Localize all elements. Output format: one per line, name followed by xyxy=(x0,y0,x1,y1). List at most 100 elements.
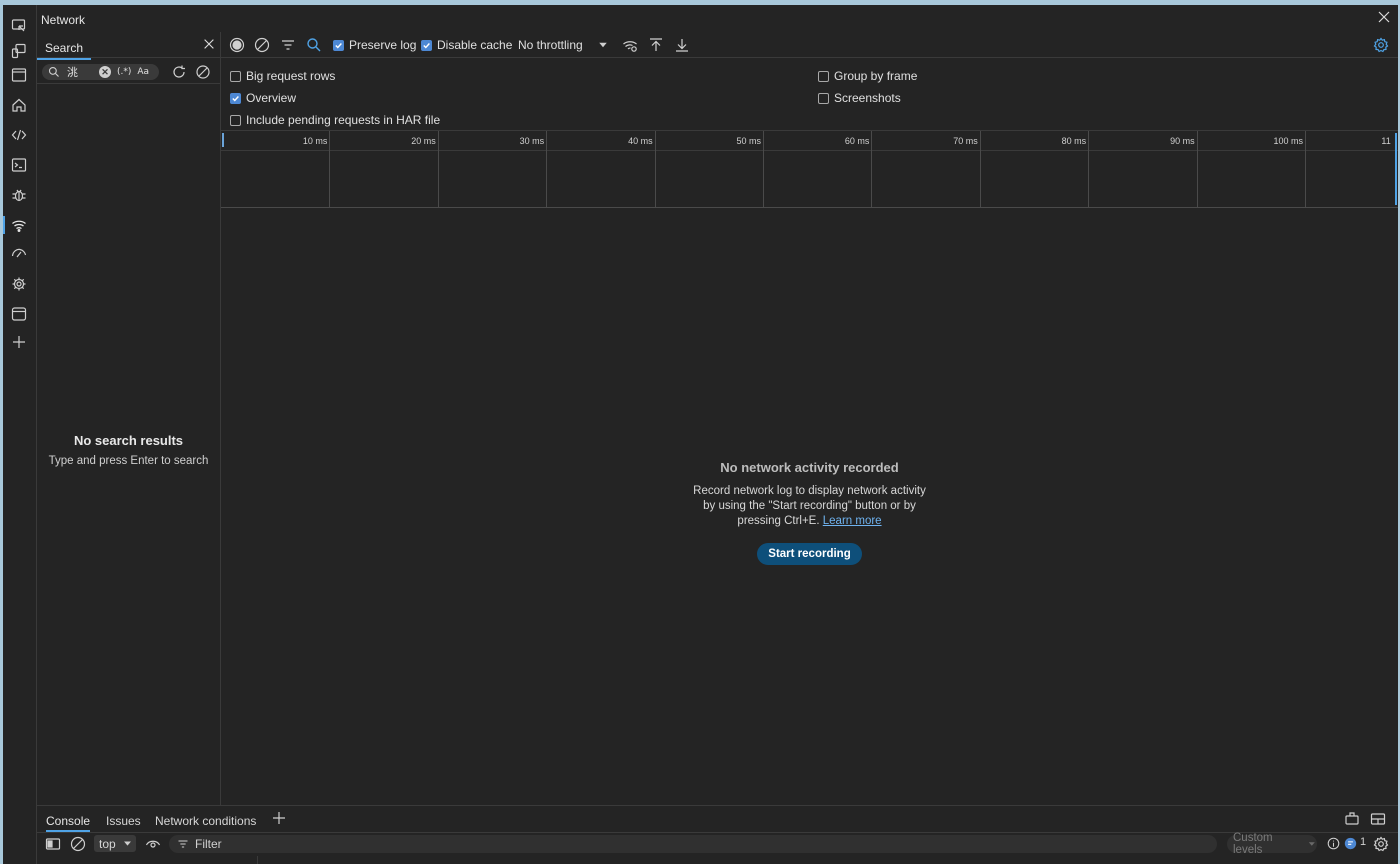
network-wifi-icon[interactable] xyxy=(10,216,28,234)
tab-network-conditions[interactable]: Network conditions xyxy=(155,814,256,828)
timeline-tick-label: 40 ms xyxy=(628,136,653,146)
download-icon xyxy=(676,39,688,52)
clear-console-icon[interactable] xyxy=(70,836,86,852)
log-levels-select[interactable]: Custom levels xyxy=(1227,832,1317,856)
search-empty-state: No search results Type and press Enter t… xyxy=(37,433,220,467)
network-conditions-button[interactable] xyxy=(622,36,638,54)
throttling-select[interactable]: No throttling xyxy=(518,36,609,54)
preserve-log-label: Preserve log xyxy=(349,38,417,52)
tab-console[interactable]: Console xyxy=(46,814,91,832)
search-panel: Search 洮 ✕ (.*) Aa No search results Typ… xyxy=(37,32,221,805)
close-search-icon[interactable] xyxy=(202,37,216,51)
throttling-value: No throttling xyxy=(518,38,583,52)
activity-bar xyxy=(3,5,37,864)
message-count: 1 xyxy=(1360,836,1367,848)
live-expression-icon[interactable] xyxy=(145,836,161,852)
timeline-tick-label: 30 ms xyxy=(519,136,545,146)
network-toolbar: Preserve log Disable cache No throttling xyxy=(221,32,1398,58)
inspect-icon[interactable] xyxy=(10,17,28,35)
panel-toggle-icon[interactable] xyxy=(10,66,28,84)
empty-line-1: Record network log to display network ac… xyxy=(693,485,926,497)
export-har-button[interactable] xyxy=(674,36,690,54)
block-icon xyxy=(254,37,270,53)
search-row: 洮 ✕ (.*) Aa xyxy=(37,61,220,84)
clear-query-icon[interactable]: ✕ xyxy=(99,66,111,78)
refresh-icon[interactable] xyxy=(171,64,187,80)
expand-drawer-icon[interactable] xyxy=(1370,811,1386,827)
dropdown-arrow-icon xyxy=(1309,842,1316,846)
timeline-column: 11 xyxy=(1305,131,1398,207)
disable-cache-label: Disable cache xyxy=(437,38,513,52)
upload-icon xyxy=(650,38,662,51)
screenshots-label: Screenshots xyxy=(834,91,901,105)
wifi-settings-icon xyxy=(623,41,637,52)
empty-line-3: pressing Ctrl+E. xyxy=(737,515,820,527)
close-icon[interactable] xyxy=(1376,9,1394,27)
big-request-rows-label: Big request rows xyxy=(246,69,336,83)
checkbox-unchecked-icon xyxy=(818,92,829,104)
checkbox-checked-icon xyxy=(421,39,432,51)
clear-search-icon[interactable] xyxy=(195,64,211,80)
checkbox-unchecked-icon xyxy=(230,70,241,82)
regex-toggle[interactable]: (.*) xyxy=(117,67,131,77)
network-empty-state: No network activity recorded Record netw… xyxy=(221,460,1398,565)
dropdown-arrow-icon xyxy=(123,841,131,846)
timeline-column: 90 ms xyxy=(1088,131,1198,207)
memory-icon[interactable] xyxy=(10,275,28,293)
info-icon[interactable] xyxy=(1327,837,1340,850)
timeline-tick-label: 100 ms xyxy=(1273,136,1303,146)
network-settings-button[interactable] xyxy=(1373,36,1389,54)
console-drawer: Console Issues Network conditions top Fi… xyxy=(37,805,1398,864)
tab-search[interactable]: Search xyxy=(37,36,92,60)
elements-icon[interactable] xyxy=(10,126,28,144)
include-pending-checkbox[interactable]: Include pending requests in HAR file xyxy=(230,113,440,127)
timeline-tick-label: 11 xyxy=(1381,136,1391,146)
log-levels-label: Custom levels xyxy=(1233,832,1273,856)
timeline-column: 80 ms xyxy=(980,131,1090,207)
device-emulation-icon[interactable] xyxy=(10,42,28,60)
overview-timeline[interactable]: 10 ms 20 ms 30 ms 40 ms 50 ms 60 ms 70 ms 80 ms… xyxy=(221,130,1398,208)
start-recording-button[interactable]: Start recording xyxy=(757,543,862,565)
filter-icon xyxy=(282,40,294,50)
checkbox-unchecked-icon xyxy=(230,114,241,126)
timeline-column: 100 ms xyxy=(1197,131,1306,207)
big-request-rows-checkbox[interactable]: Big request rows xyxy=(230,69,335,83)
search-button[interactable] xyxy=(306,36,322,54)
console-filter-input[interactable]: Filter xyxy=(169,835,1217,853)
application-icon[interactable] xyxy=(10,305,28,323)
learn-more-link[interactable]: Learn more xyxy=(823,515,882,527)
home-icon[interactable] xyxy=(10,96,28,114)
network-panel: Preserve log Disable cache No throttling xyxy=(221,32,1398,805)
checkbox-checked-icon xyxy=(333,39,344,51)
clear-log-button[interactable] xyxy=(254,36,270,54)
match-case-toggle[interactable]: Aa xyxy=(137,67,149,77)
console-settings-icon[interactable] xyxy=(1373,836,1389,852)
preserve-log-checkbox[interactable]: Preserve log xyxy=(333,36,416,54)
group-by-frame-checkbox[interactable]: Group by frame xyxy=(818,69,917,83)
message-icon[interactable] xyxy=(1344,837,1357,850)
tab-issues[interactable]: Issues xyxy=(106,814,141,828)
empty-description: Record network log to display network ac… xyxy=(690,484,930,529)
import-har-button[interactable] xyxy=(648,36,664,54)
screenshots-checkbox[interactable]: Screenshots xyxy=(818,91,901,105)
console-icon[interactable] xyxy=(10,156,28,174)
window-title: Network xyxy=(41,13,86,27)
disable-cache-checkbox[interactable]: Disable cache xyxy=(421,36,512,54)
overview-checkbox[interactable]: Overview xyxy=(230,91,296,105)
context-select[interactable]: top xyxy=(94,835,136,852)
timeline-column: 20 ms xyxy=(329,131,439,207)
timeline-column: 60 ms xyxy=(763,131,873,207)
search-input[interactable]: 洮 ✕ (.*) Aa xyxy=(42,64,159,80)
record-button[interactable] xyxy=(229,36,245,54)
filter-button[interactable] xyxy=(280,36,296,54)
timeline-tick-label: 80 ms xyxy=(1061,136,1087,146)
add-tab-icon[interactable] xyxy=(271,810,287,826)
no-results-title: No search results xyxy=(73,433,184,448)
add-tool-icon[interactable] xyxy=(10,333,28,351)
sidebar-toggle-icon[interactable] xyxy=(45,836,61,852)
gear-icon xyxy=(1373,37,1389,53)
search-query[interactable]: 洮 xyxy=(67,64,97,80)
dock-icon[interactable] xyxy=(1344,811,1360,827)
sources-debug-icon[interactable] xyxy=(10,186,28,204)
performance-icon[interactable] xyxy=(10,245,28,263)
